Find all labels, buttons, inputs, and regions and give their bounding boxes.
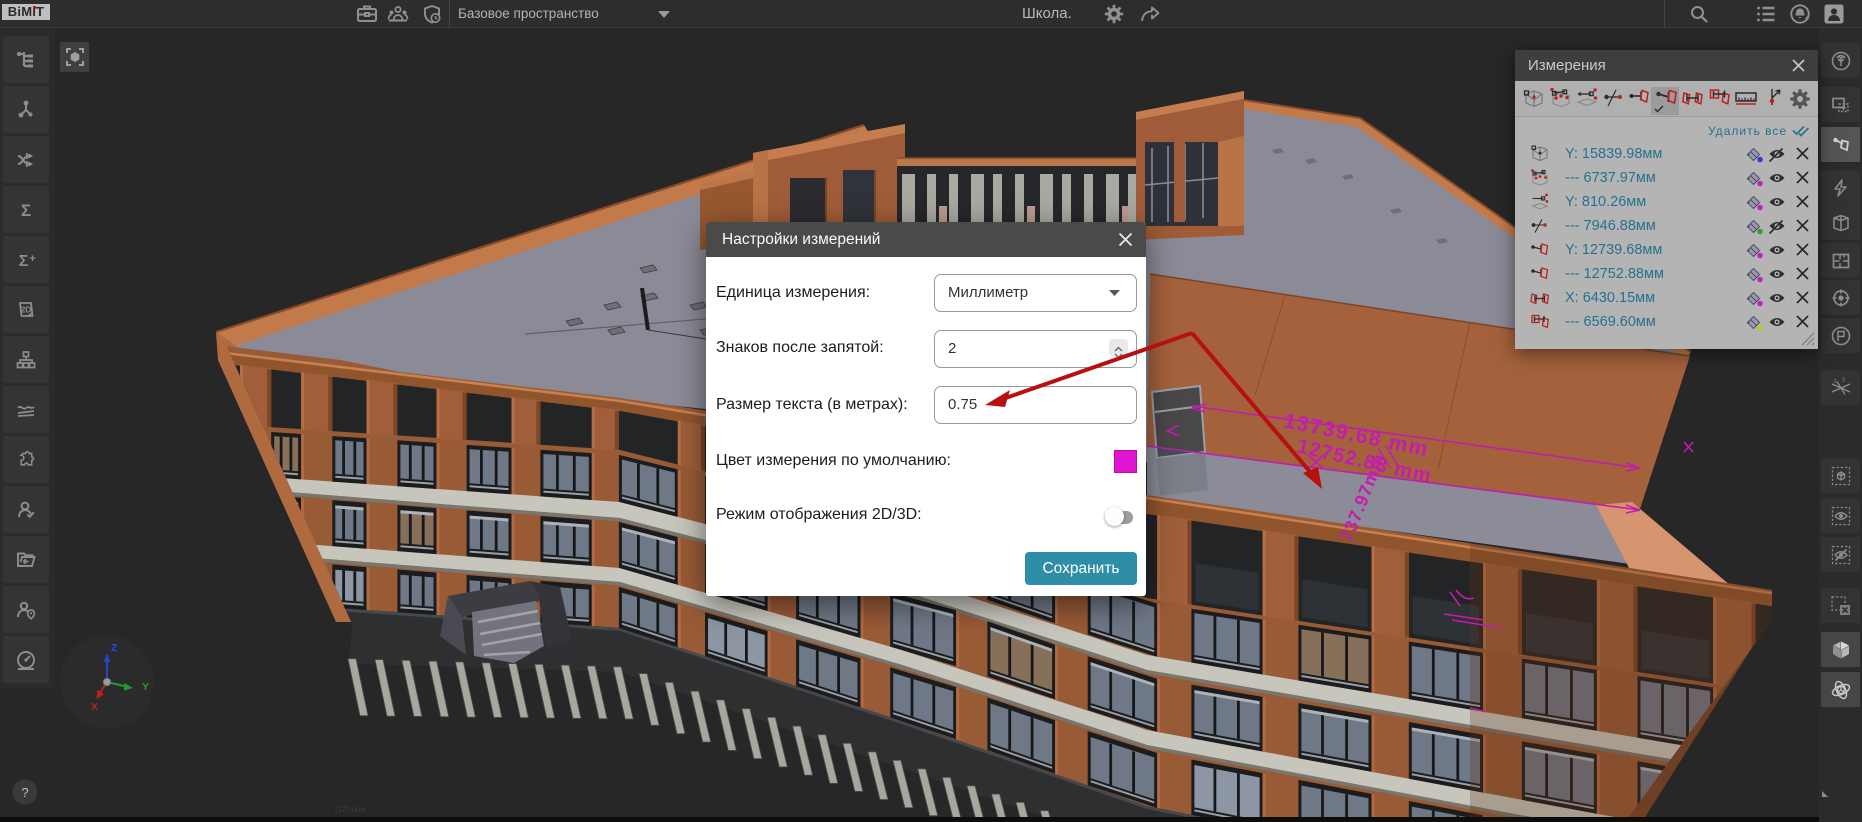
svg-text:2: 2: [1842, 377, 1845, 383]
svg-text:1: 1: [1833, 379, 1836, 385]
svg-text:2D: 2D: [21, 304, 32, 314]
svg-text:Y: Y: [142, 681, 149, 693]
svg-text:Z: Z: [111, 642, 118, 654]
svg-text:Σ: Σ: [19, 253, 29, 270]
svg-text:(12),oow: (12),oow: [335, 805, 366, 814]
svg-text:Σ: Σ: [21, 201, 31, 220]
svg-text:X: X: [91, 701, 98, 713]
svg-text:?: ?: [21, 785, 28, 800]
svg-text:+: +: [29, 253, 35, 265]
